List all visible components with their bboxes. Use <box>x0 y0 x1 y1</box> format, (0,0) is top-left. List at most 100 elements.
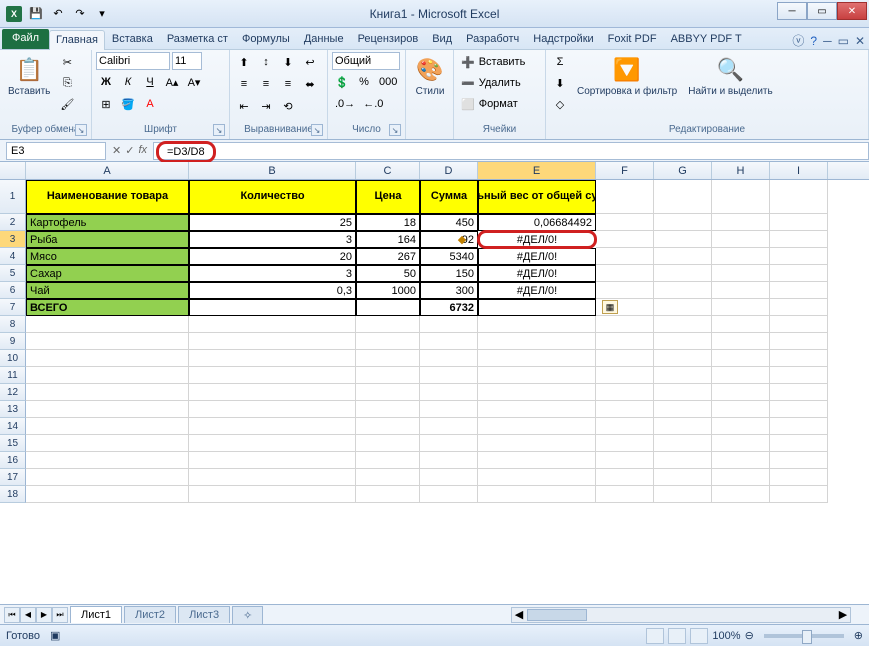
cell[interactable] <box>26 452 189 469</box>
normal-view-button[interactable] <box>646 628 664 644</box>
cancel-formula-icon[interactable]: ✕ <box>112 144 121 157</box>
cell[interactable] <box>420 435 478 452</box>
cell[interactable]: 50 <box>356 265 420 282</box>
cell[interactable] <box>654 316 712 333</box>
format-painter-button[interactable]: 🖌 <box>57 94 77 114</box>
cell[interactable] <box>596 248 654 265</box>
maximize-button[interactable]: ▭ <box>807 2 837 20</box>
row-header-2[interactable]: 2 <box>0 214 26 231</box>
cell[interactable] <box>712 282 770 299</box>
increase-indent-icon[interactable]: ⇥ <box>256 96 276 116</box>
col-header-D[interactable]: D <box>420 162 478 179</box>
cell[interactable] <box>770 333 828 350</box>
cell[interactable] <box>770 248 828 265</box>
cell[interactable]: Рыба <box>26 231 189 248</box>
tab-developer[interactable]: Разработч <box>459 29 526 49</box>
sheet-tab-3[interactable]: Лист3 <box>178 606 230 623</box>
cell[interactable] <box>420 418 478 435</box>
cell[interactable] <box>770 282 828 299</box>
find-select-button[interactable]: 🔍 Найти и выделить <box>684 52 776 99</box>
cell[interactable] <box>770 452 828 469</box>
minimize-button[interactable]: ─ <box>777 2 807 20</box>
cell-selected[interactable]: #ДЕЛ/0! <box>478 231 596 248</box>
clipboard-launcher[interactable]: ↘ <box>75 124 87 136</box>
comma-icon[interactable]: 000 <box>376 72 400 92</box>
cell[interactable] <box>654 418 712 435</box>
tab-home[interactable]: Главная <box>49 30 105 50</box>
cell[interactable] <box>189 452 356 469</box>
cell[interactable] <box>189 367 356 384</box>
cell[interactable] <box>478 486 596 503</box>
cell[interactable]: ВСЕГО <box>26 299 189 316</box>
cell[interactable] <box>770 316 828 333</box>
fill-icon[interactable]: ⬇ <box>550 73 570 93</box>
cell[interactable]: 6732 <box>420 299 478 316</box>
fill-color-button[interactable]: 🪣 <box>118 94 138 114</box>
cell[interactable]: Мясо <box>26 248 189 265</box>
cell[interactable] <box>356 401 420 418</box>
macro-record-icon[interactable]: ▣ <box>50 629 60 642</box>
increase-decimal-icon[interactable]: .0→ <box>332 94 358 114</box>
align-bottom-icon[interactable]: ⬇ <box>278 52 298 72</box>
cell[interactable] <box>770 418 828 435</box>
cell[interactable] <box>596 282 654 299</box>
increase-font-icon[interactable]: A▴ <box>162 72 182 92</box>
tab-data[interactable]: Данные <box>297 29 351 49</box>
sheet-nav-prev[interactable]: ◀ <box>20 607 36 623</box>
cell[interactable]: 0,06684492 <box>478 214 596 231</box>
cell[interactable]: Цена <box>356 180 420 214</box>
cell[interactable] <box>712 452 770 469</box>
styles-button[interactable]: 🎨 Стили <box>410 52 450 99</box>
doc-close-icon[interactable]: ✕ <box>855 34 865 48</box>
cell[interactable] <box>654 384 712 401</box>
cell[interactable] <box>596 350 654 367</box>
cell[interactable] <box>596 180 654 214</box>
cell[interactable]: 3 <box>189 265 356 282</box>
row-header-7[interactable]: 7 <box>0 299 26 316</box>
cell[interactable] <box>189 435 356 452</box>
doc-minimize-icon[interactable]: ─ <box>823 34 832 48</box>
autosum-icon[interactable]: Σ <box>550 52 570 72</box>
doc-restore-icon[interactable]: ▭ <box>838 34 849 48</box>
cell[interactable] <box>189 316 356 333</box>
cell[interactable]: 300 <box>420 282 478 299</box>
close-button[interactable]: ✕ <box>837 2 867 20</box>
help-icon[interactable]: ? <box>810 34 817 48</box>
cell[interactable] <box>420 333 478 350</box>
cell[interactable] <box>770 367 828 384</box>
number-format-combo[interactable] <box>332 52 400 70</box>
cell[interactable] <box>26 367 189 384</box>
decrease-decimal-icon[interactable]: ←.0 <box>360 94 386 114</box>
cell[interactable] <box>654 401 712 418</box>
enter-formula-icon[interactable]: ✓ <box>125 144 134 157</box>
col-header-H[interactable]: H <box>712 162 770 179</box>
cell[interactable] <box>596 333 654 350</box>
cell[interactable] <box>712 180 770 214</box>
cell[interactable] <box>189 350 356 367</box>
sheet-tab-2[interactable]: Лист2 <box>124 606 176 623</box>
zoom-level[interactable]: 100% <box>712 630 740 642</box>
cell[interactable] <box>478 299 596 316</box>
cell[interactable] <box>712 350 770 367</box>
copy-button[interactable]: ⎘ <box>57 73 77 93</box>
zoom-in-button[interactable]: ⊕ <box>854 629 863 642</box>
cell[interactable] <box>654 452 712 469</box>
delete-cells-button[interactable]: ➖ Удалить <box>458 73 542 93</box>
col-header-B[interactable]: B <box>189 162 356 179</box>
align-top-icon[interactable]: ⬆ <box>234 52 254 72</box>
formula-input[interactable]: =D3/D8 <box>153 142 869 160</box>
cell[interactable] <box>596 418 654 435</box>
cell[interactable] <box>478 435 596 452</box>
cell[interactable] <box>654 180 712 214</box>
cell[interactable] <box>478 418 596 435</box>
row-header-16[interactable]: 16 <box>0 452 26 469</box>
file-tab[interactable]: Файл <box>2 29 49 49</box>
cell[interactable] <box>26 316 189 333</box>
cut-button[interactable]: ✂ <box>57 52 77 72</box>
cell[interactable] <box>596 469 654 486</box>
zoom-slider[interactable] <box>764 634 844 638</box>
cell[interactable] <box>712 231 770 248</box>
font-color-button[interactable]: A <box>140 94 160 114</box>
cell[interactable] <box>654 265 712 282</box>
cell[interactable]: #ДЕЛ/0! <box>478 248 596 265</box>
